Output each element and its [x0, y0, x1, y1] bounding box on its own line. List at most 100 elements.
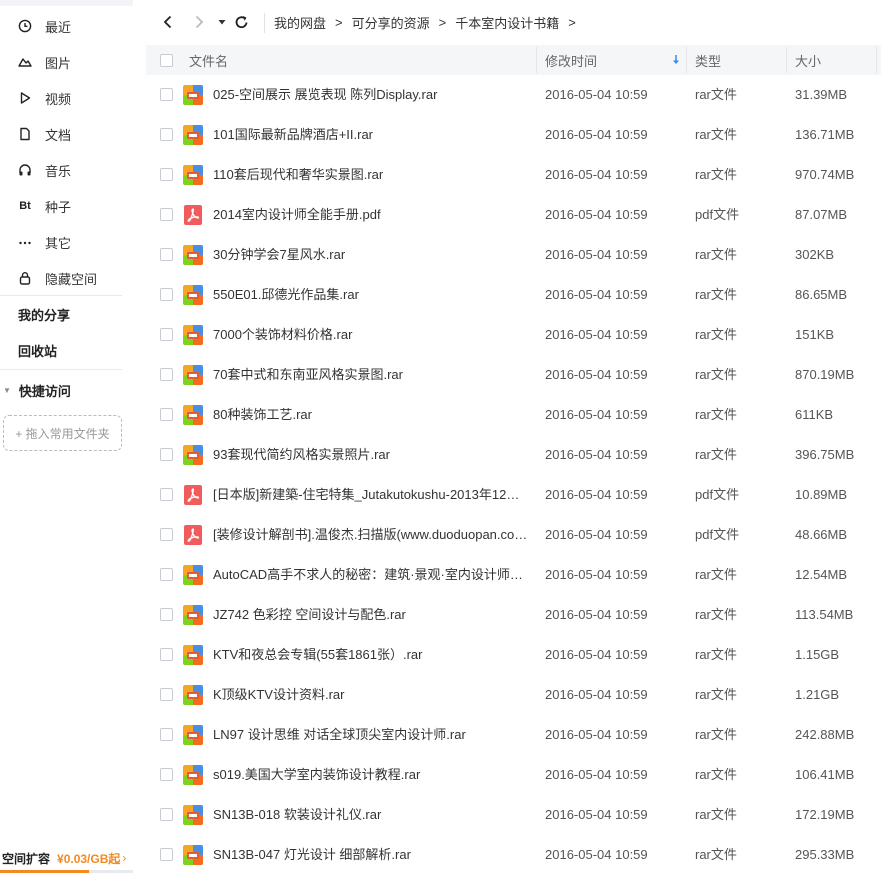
- file-name[interactable]: 30分钟学会7星风水.rar: [213, 235, 529, 275]
- file-modified: 2016-05-04 10:59: [545, 207, 648, 222]
- file-name[interactable]: SN13B-047 灯光设计 细部解析.rar: [213, 835, 529, 875]
- column-header-modified[interactable]: 修改时间: [545, 45, 597, 75]
- table-row[interactable]: 70套中式和东南亚风格实景图.rar 2016-05-04 10:59 rar文…: [146, 355, 881, 395]
- file-name[interactable]: LN97 设计思维 对话全球顶尖室内设计师.rar: [213, 715, 529, 755]
- table-row[interactable]: 110套后现代和奢华实景图.rar 2016-05-04 10:59 rar文件…: [146, 155, 881, 195]
- table-row[interactable]: K顶级KTV设计资料.rar 2016-05-04 10:59 rar文件 1.…: [146, 675, 881, 715]
- file-name[interactable]: [日本版]新建築-住宅特集_Jutakutokushu-2013年12月...: [213, 475, 529, 515]
- sidebar-item-other[interactable]: 其它: [0, 224, 122, 260]
- table-row[interactable]: KTV和夜总会专辑(55套1861张）.rar 2016-05-04 10:59…: [146, 635, 881, 675]
- table-row[interactable]: 7000个装饰材料价格.rar 2016-05-04 10:59 rar文件 1…: [146, 315, 881, 355]
- file-name[interactable]: 70套中式和东南亚风格实景图.rar: [213, 355, 529, 395]
- file-name[interactable]: 101国际最新品牌酒店+II.rar: [213, 115, 529, 155]
- chevron-right-icon: ›: [122, 851, 127, 865]
- file-type: rar文件: [695, 367, 737, 382]
- table-row[interactable]: 30分钟学会7星风水.rar 2016-05-04 10:59 rar文件 30…: [146, 235, 881, 275]
- table-row[interactable]: SN13B-018 软装设计礼仪.rar 2016-05-04 10:59 ra…: [146, 795, 881, 835]
- file-size: 611KB: [795, 407, 834, 422]
- sidebar-item-videos[interactable]: 视频: [0, 80, 122, 116]
- file-name[interactable]: JZ742 色彩控 空间设计与配色.rar: [213, 595, 529, 635]
- sidebar-item-images[interactable]: 图片: [0, 44, 122, 80]
- sidebar-item-recycle-bin[interactable]: 回收站: [0, 332, 122, 368]
- row-checkbox[interactable]: [160, 648, 173, 661]
- sort-desc-icon[interactable]: [672, 45, 680, 75]
- table-row[interactable]: 93套现代简约风格实景照片.rar 2016-05-04 10:59 rar文件…: [146, 435, 881, 475]
- file-name[interactable]: SN13B-018 软装设计礼仪.rar: [213, 795, 529, 835]
- row-checkbox[interactable]: [160, 808, 173, 821]
- table-row[interactable]: 2014室内设计师全能手册.pdf 2016-05-04 10:59 pdf文件…: [146, 195, 881, 235]
- file-type: rar文件: [695, 167, 737, 182]
- row-checkbox[interactable]: [160, 168, 173, 181]
- file-name[interactable]: AutoCAD高手不求人的秘密：建筑·景观·室内设计师必备...: [213, 555, 529, 595]
- file-size: 172.19MB: [795, 807, 855, 822]
- file-name[interactable]: K顶级KTV设计资料.rar: [213, 675, 529, 715]
- refresh-button[interactable]: [234, 15, 249, 30]
- table-row[interactable]: 80种装饰工艺.rar 2016-05-04 10:59 rar文件 611KB: [146, 395, 881, 435]
- file-name[interactable]: KTV和夜总会专辑(55套1861张）.rar: [213, 635, 529, 675]
- file-name[interactable]: s019.美国大学室内装饰设计教程.rar: [213, 755, 529, 795]
- table-row[interactable]: 550E01.邱德光作品集.rar 2016-05-04 10:59 rar文件…: [146, 275, 881, 315]
- row-checkbox[interactable]: [160, 368, 173, 381]
- drop-folder-zone[interactable]: + 拖入常用文件夹: [3, 415, 122, 451]
- table-row[interactable]: SN13B-047 灯光设计 细部解析.rar 2016-05-04 10:59…: [146, 835, 881, 875]
- file-name[interactable]: 80种装饰工艺.rar: [213, 395, 529, 435]
- row-checkbox[interactable]: [160, 848, 173, 861]
- file-type: pdf文件: [695, 207, 740, 222]
- row-checkbox[interactable]: [160, 768, 173, 781]
- file-name[interactable]: 2014室内设计师全能手册.pdf: [213, 195, 529, 235]
- breadcrumb-item[interactable]: 我的网盘: [274, 13, 326, 32]
- file-icon-wrapper: [183, 125, 203, 145]
- sidebar-item-recent[interactable]: 最近: [0, 8, 122, 44]
- row-checkbox[interactable]: [160, 728, 173, 741]
- row-checkbox[interactable]: [160, 528, 173, 541]
- row-checkbox[interactable]: [160, 248, 173, 261]
- back-button[interactable]: [160, 14, 176, 30]
- row-checkbox[interactable]: [160, 608, 173, 621]
- forward-button[interactable]: [191, 14, 207, 30]
- file-name[interactable]: 93套现代简约风格实景照片.rar: [213, 435, 529, 475]
- table-row[interactable]: 101国际最新品牌酒店+II.rar 2016-05-04 10:59 rar文…: [146, 115, 881, 155]
- sidebar-item-music[interactable]: 音乐: [0, 152, 122, 188]
- row-checkbox[interactable]: [160, 328, 173, 341]
- file-icon-wrapper: [183, 325, 203, 345]
- file-name[interactable]: 550E01.邱德光作品集.rar: [213, 275, 529, 315]
- sidebar-item-label: 视频: [45, 91, 72, 107]
- column-header-size[interactable]: 大小: [795, 45, 821, 75]
- file-name[interactable]: [装修设计解剖书].温俊杰.扫描版(www.duoduopan.com...: [213, 515, 529, 555]
- row-checkbox[interactable]: [160, 488, 173, 501]
- sidebar-item-label: 其它: [45, 235, 72, 251]
- storage-upgrade-promo[interactable]: 空间扩容 ¥0.03/GB起 ›: [0, 846, 133, 870]
- table-row[interactable]: AutoCAD高手不求人的秘密：建筑·景观·室内设计师必备... 2016-05…: [146, 555, 881, 595]
- row-checkbox[interactable]: [160, 288, 173, 301]
- sidebar-item-hidden-space[interactable]: 隐藏空间: [0, 260, 122, 296]
- file-table: 文件名 修改时间 类型 大小 025-空间展示 展览表现 陈列Display.r…: [146, 45, 881, 875]
- sidebar-item-torrents[interactable]: Bt 种子: [0, 188, 122, 224]
- column-header-type[interactable]: 类型: [695, 45, 721, 75]
- table-row[interactable]: JZ742 色彩控 空间设计与配色.rar 2016-05-04 10:59 r…: [146, 595, 881, 635]
- file-modified: 2016-05-04 10:59: [545, 607, 648, 622]
- sidebar-item-documents[interactable]: 文档: [0, 116, 122, 152]
- row-checkbox[interactable]: [160, 208, 173, 221]
- table-row[interactable]: [日本版]新建築-住宅特集_Jutakutokushu-2013年12月... …: [146, 475, 881, 515]
- sidebar-item-my-share[interactable]: 我的分享: [0, 296, 122, 332]
- archive-file-icon: [183, 445, 203, 465]
- column-header-name[interactable]: 文件名: [189, 45, 228, 75]
- row-checkbox[interactable]: [160, 568, 173, 581]
- select-all-checkbox[interactable]: [160, 54, 173, 67]
- table-row[interactable]: 025-空间展示 展览表现 陈列Display.rar 2016-05-04 1…: [146, 75, 881, 115]
- history-dropdown-button[interactable]: [217, 16, 227, 28]
- table-row[interactable]: [装修设计解剖书].温俊杰.扫描版(www.duoduopan.com... 2…: [146, 515, 881, 555]
- row-checkbox[interactable]: [160, 448, 173, 461]
- file-name[interactable]: 7000个装饰材料价格.rar: [213, 315, 529, 355]
- breadcrumb-item[interactable]: 可分享的资源: [352, 13, 430, 32]
- row-checkbox[interactable]: [160, 128, 173, 141]
- row-checkbox[interactable]: [160, 408, 173, 421]
- row-checkbox[interactable]: [160, 88, 173, 101]
- table-row[interactable]: LN97 设计思维 对话全球顶尖室内设计师.rar 2016-05-04 10:…: [146, 715, 881, 755]
- file-name[interactable]: 110套后现代和奢华实景图.rar: [213, 155, 529, 195]
- table-row[interactable]: s019.美国大学室内装饰设计教程.rar 2016-05-04 10:59 r…: [146, 755, 881, 795]
- quick-access-header[interactable]: ▼ 快捷访问: [0, 372, 122, 408]
- breadcrumb-item[interactable]: 千本室内设计书籍: [455, 13, 559, 32]
- file-name[interactable]: 025-空间展示 展览表现 陈列Display.rar: [213, 75, 529, 115]
- row-checkbox[interactable]: [160, 688, 173, 701]
